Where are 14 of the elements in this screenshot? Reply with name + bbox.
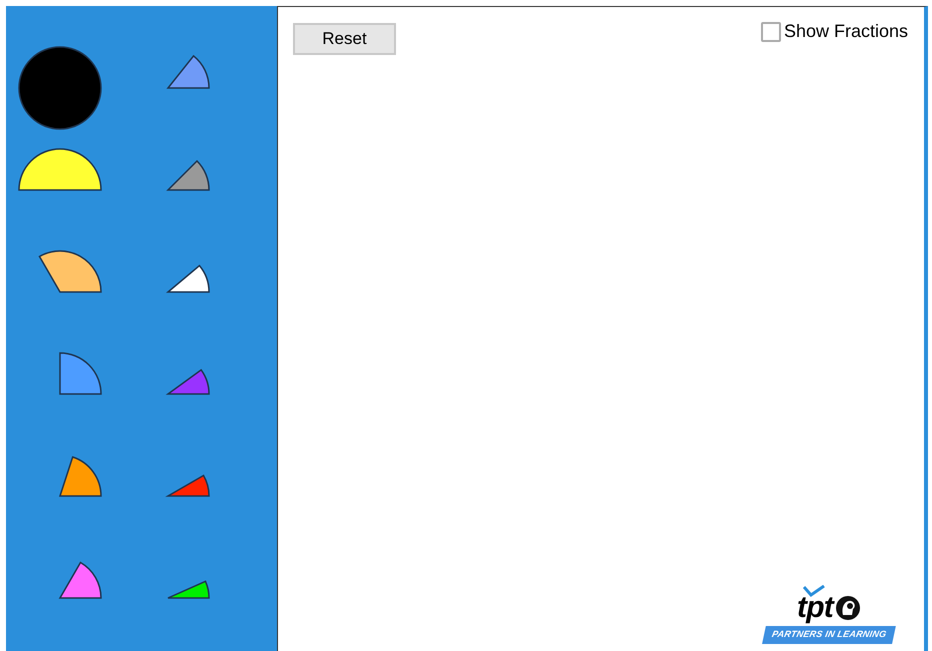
half-circle-piece[interactable] [18,148,102,191]
reset-button[interactable]: Reset [293,23,396,55]
checkmark-icon [802,584,825,596]
pie-piece[interactable] [59,456,102,497]
circle-piece[interactable] [18,46,102,130]
logo-tagline: PARTNERS IN LEARNING [762,626,896,643]
checkbox[interactable] [760,22,781,42]
pie-piece[interactable] [38,250,102,293]
logo-wordmark: tpt [796,592,834,622]
checkbox-label: Show Fractions [784,20,908,43]
pie-piece[interactable] [59,562,102,599]
pie-piece[interactable] [167,264,210,293]
pie-piece[interactable] [167,580,210,599]
head-logo-icon [835,594,862,620]
